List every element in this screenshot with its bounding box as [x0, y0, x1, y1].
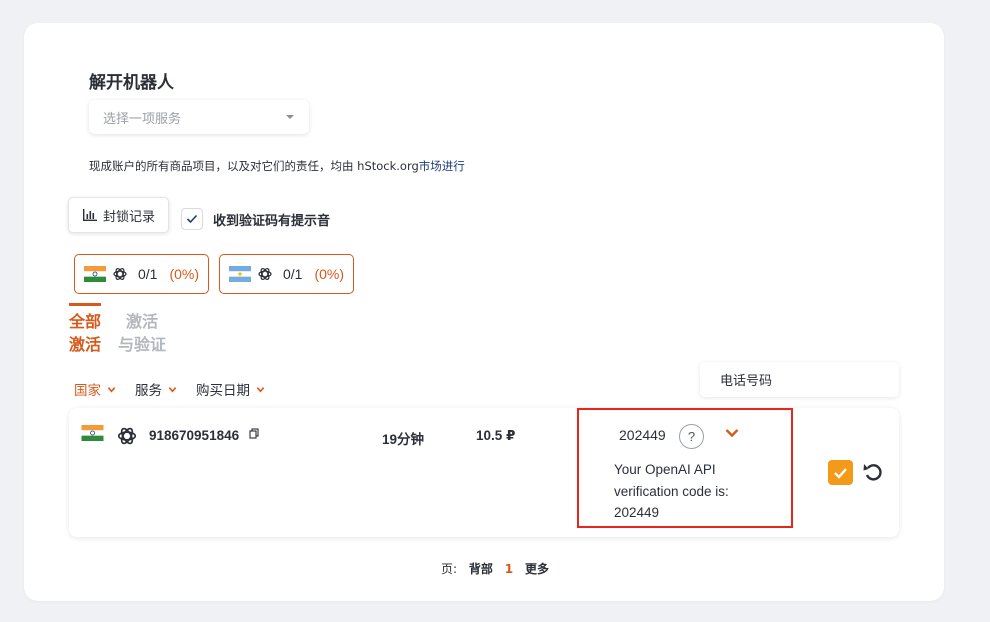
bar-chart-icon [82, 209, 97, 221]
refresh-icon[interactable] [861, 460, 885, 484]
stat-count: 0/1 [283, 266, 303, 282]
openai-icon [117, 427, 137, 445]
chevron-down-icon [256, 386, 265, 393]
openai-icon [258, 268, 272, 280]
india-flag-icon [81, 425, 104, 441]
sound-notification-label: 收到验证码有提示音 [213, 214, 331, 229]
page-title: 解开机器人 [89, 73, 174, 93]
block-history-label: 封锁记录 [102, 209, 155, 225]
filter-service[interactable]: 服务 [135, 379, 177, 399]
pagination: 页: 背部 1 更多 [0, 560, 990, 577]
pagination-current[interactable]: 1 [505, 562, 513, 576]
caret-down-icon [286, 115, 294, 119]
pagination-more[interactable]: 更多 [525, 562, 549, 576]
tab-activation-verification[interactable]: 激活 与验证 [118, 310, 166, 356]
tab-line: 激活 [69, 335, 102, 354]
phone-number-column-header: 电话号码 [700, 362, 899, 397]
service-select-placeholder: 选择一项服务 [103, 111, 182, 127]
chevron-down-icon [168, 386, 177, 393]
tab-all-activations[interactable]: 全部 激活 [69, 310, 101, 356]
sound-notification-checkbox[interactable] [181, 208, 203, 230]
help-icon[interactable]: ? [679, 424, 704, 449]
tab-line: 激活 [126, 312, 159, 331]
activation-price: 10.5 ₽ [476, 428, 516, 443]
sms-code[interactable]: 202449 [619, 427, 666, 443]
block-history-button[interactable]: 封锁记录 [68, 197, 169, 233]
marketplace-link[interactable]: 市场进行 [419, 159, 465, 173]
filter-label: 国家 [74, 383, 101, 399]
service-select[interactable]: 选择一项服务 [89, 100, 309, 134]
openai-icon [113, 268, 127, 280]
pagination-back[interactable]: 背部 [469, 562, 493, 576]
chevron-down-icon[interactable] [724, 427, 740, 439]
marketplace-note: 现成账户的所有商品项目，以及对它们的责任，均由 hStock.org市场进行 [89, 158, 465, 174]
copy-icon[interactable] [249, 428, 259, 439]
tab-line: 全部 [69, 312, 102, 331]
stat-badge-argentina[interactable]: 0/1 (0%) [219, 254, 354, 294]
tab-line: 与验证 [118, 335, 167, 354]
stat-count: 0/1 [138, 266, 158, 282]
checkmark-icon [834, 467, 847, 479]
active-tab-indicator [69, 303, 101, 306]
pagination-label: 页: [441, 562, 458, 576]
sms-message: Your OpenAI API verification code is: 20… [614, 462, 729, 520]
note-text: 现成账户的所有商品项目，以及对它们的责任，均由 hStock.org [89, 159, 419, 173]
checkmark-icon [186, 214, 198, 224]
argentina-flag-icon [229, 266, 251, 282]
filter-label: 服务 [135, 383, 162, 399]
filter-purchase-date[interactable]: 购买日期 [196, 379, 265, 399]
phone-number[interactable]: 918670951846 [149, 428, 239, 443]
chevron-down-icon [107, 386, 116, 393]
activation-duration: 19分钟 [382, 432, 425, 447]
filter-country[interactable]: 国家 [74, 379, 116, 399]
stat-badge-india[interactable]: 0/1 (0%) [74, 254, 209, 294]
india-flag-icon [84, 266, 106, 282]
confirm-button[interactable] [828, 460, 853, 485]
stat-percent: (0%) [169, 266, 200, 282]
stat-percent: (0%) [314, 266, 345, 282]
filter-label: 购买日期 [196, 383, 250, 399]
